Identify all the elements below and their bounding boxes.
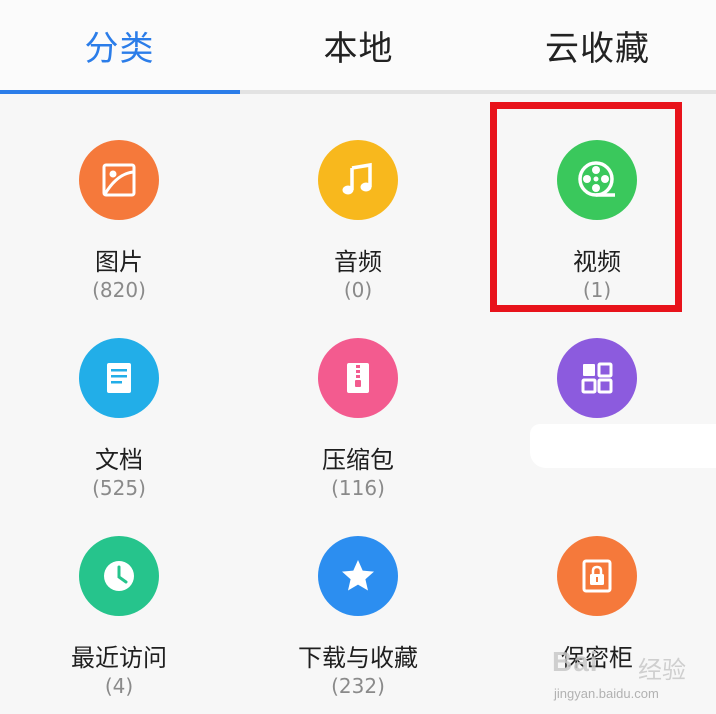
category-documents[interactable]: 文档 (525) bbox=[0, 316, 238, 516]
tab-local[interactable]: 本地 bbox=[239, 0, 478, 90]
apps-grid-icon bbox=[557, 338, 637, 418]
category-video[interactable]: 视频 (1) bbox=[478, 118, 716, 318]
category-label: 保密柜 bbox=[561, 644, 633, 672]
category-recent[interactable]: 最近访问 (4) bbox=[0, 514, 238, 714]
star-icon bbox=[318, 536, 398, 616]
category-count: (1) bbox=[582, 278, 612, 302]
category-archives[interactable]: 压缩包 (116) bbox=[239, 316, 477, 516]
category-images[interactable]: 图片 (820) bbox=[0, 118, 238, 318]
category-label: 压缩包 bbox=[322, 446, 394, 474]
category-label: 下载与收藏 bbox=[298, 644, 418, 672]
file-manager-screen: 分类 本地 云收藏 图片 (820) 音频 (0) 视频 (1) 文档 (525… bbox=[0, 0, 716, 714]
category-label: 文档 bbox=[95, 446, 143, 474]
tab-bar: 分类 本地 云收藏 bbox=[0, 0, 716, 94]
document-icon bbox=[79, 338, 159, 418]
film-reel-icon bbox=[557, 140, 637, 220]
safe-lock-icon bbox=[557, 536, 637, 616]
clock-icon bbox=[79, 536, 159, 616]
category-label: 最近访问 bbox=[71, 644, 167, 672]
zip-archive-icon bbox=[318, 338, 398, 418]
category-count: (4) bbox=[104, 674, 134, 698]
tab-category[interactable]: 分类 bbox=[0, 0, 239, 90]
category-safe[interactable]: 保密柜 bbox=[478, 514, 716, 714]
category-count: (232) bbox=[331, 674, 385, 698]
category-label: 图片 bbox=[95, 248, 143, 276]
category-count: (116) bbox=[331, 476, 385, 500]
category-downloads-favorites[interactable]: 下载与收藏 (232) bbox=[239, 514, 477, 714]
category-count: (0) bbox=[343, 278, 373, 302]
active-tab-indicator bbox=[0, 90, 240, 94]
tab-cloud-favorites[interactable]: 云收藏 bbox=[478, 0, 716, 90]
category-label: 音频 bbox=[334, 248, 382, 276]
music-note-icon bbox=[318, 140, 398, 220]
category-audio[interactable]: 音频 (0) bbox=[239, 118, 477, 318]
category-count: (525) bbox=[92, 476, 146, 500]
obscured-area bbox=[530, 424, 716, 468]
category-count: (820) bbox=[92, 278, 146, 302]
category-label: 视频 bbox=[573, 248, 621, 276]
image-icon bbox=[79, 140, 159, 220]
category-apps[interactable] bbox=[478, 316, 716, 516]
